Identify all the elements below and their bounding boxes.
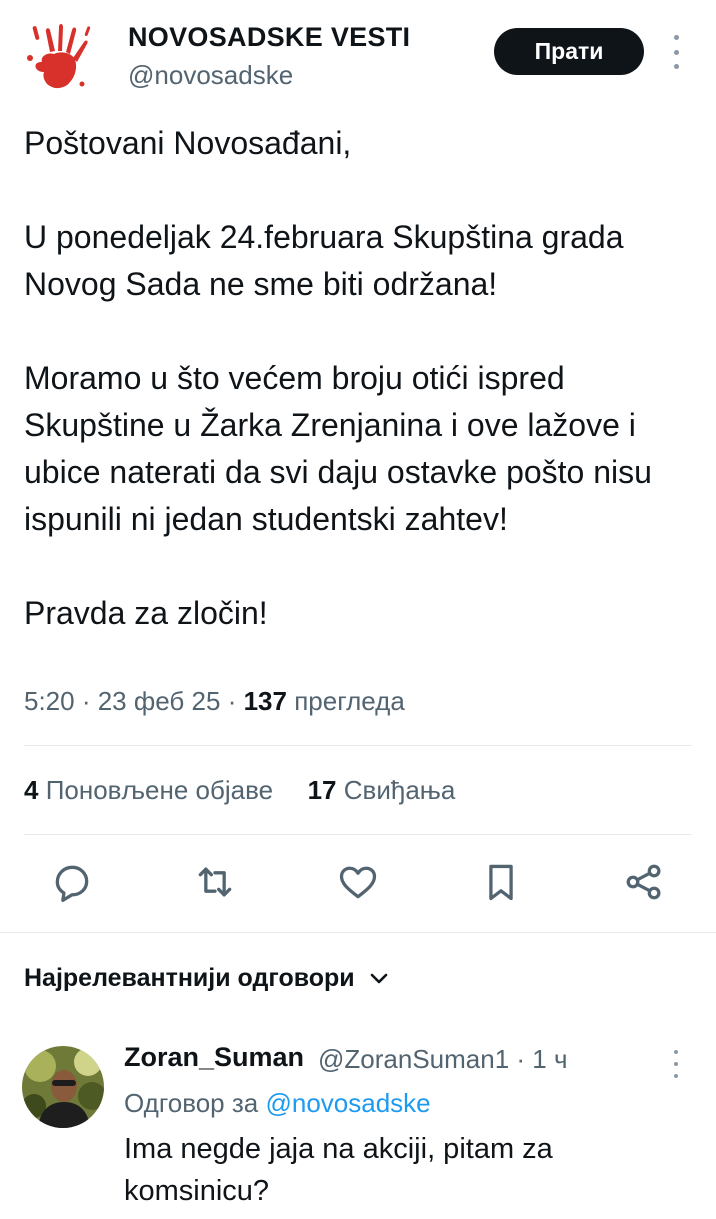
replies-sort-dropdown[interactable]: Најрелевантнији одговори xyxy=(24,964,389,993)
reply-handle-time: @ZoranSuman1 · 1 ч xyxy=(318,1044,568,1074)
repost-icon[interactable] xyxy=(193,860,237,904)
more-vertical-icon[interactable] xyxy=(668,1050,684,1078)
tweet-detail-page: NOVOSADSKE VESTI @novosadske Прати Pošto… xyxy=(0,0,716,1219)
avatar[interactable] xyxy=(22,1046,104,1128)
tweet-time[interactable]: 5:20 xyxy=(24,686,75,716)
likes-label: Свиђања xyxy=(343,775,456,805)
tweet-stats: 4 Поновљене објаве 17 Свиђања xyxy=(24,775,455,806)
replies-sort-label: Најрелевантнији одговори xyxy=(24,964,355,992)
likes-stat[interactable]: 17 Свиђања xyxy=(308,775,456,805)
reply-text: Ima negde jaja na akciji, pitam za komsi… xyxy=(124,1133,553,1207)
section-divider xyxy=(0,932,716,933)
reply-to-line: Одговор за @novosadske xyxy=(124,1088,431,1119)
reply-author-name[interactable]: Zoran_Suman xyxy=(124,1042,304,1073)
meta-separator: · xyxy=(220,686,244,716)
divider xyxy=(24,834,692,835)
tweet-paragraph: Poštovani Novosađani, xyxy=(24,125,352,161)
meta-separator: · xyxy=(74,686,98,716)
reply-time[interactable]: 1 ч xyxy=(532,1044,567,1074)
tweet-paragraph: Moramo u što većem broju otići ispred Sk… xyxy=(24,360,652,537)
reposts-count: 4 xyxy=(24,775,39,805)
tweet-paragraph: U ponedeljak 24.februara Skupština grada… xyxy=(24,219,624,302)
follow-button[interactable]: Прати xyxy=(494,28,644,75)
reposts-label: Поновљене објаве xyxy=(45,775,274,805)
author-name[interactable]: NOVOSADSKE VESTI xyxy=(128,22,410,53)
chevron-down-icon xyxy=(370,973,387,983)
author-handle[interactable]: @novosadske xyxy=(128,60,293,91)
reply-icon[interactable] xyxy=(50,860,94,904)
likes-count: 17 xyxy=(307,775,337,805)
tweet-date[interactable]: 23 феб 25 xyxy=(98,686,221,716)
reply-to-prefix: Одговор за xyxy=(124,1088,259,1118)
tweet-paragraph: Pravda za zločin! xyxy=(24,595,268,631)
views-label: прегледа xyxy=(294,686,405,716)
more-vertical-icon[interactable] xyxy=(668,35,684,69)
bookmark-icon[interactable] xyxy=(479,860,523,904)
share-icon[interactable] xyxy=(622,860,666,904)
red-handprint-icon[interactable] xyxy=(20,18,100,98)
views-count: 137 xyxy=(243,686,287,716)
divider xyxy=(24,745,692,746)
tweet-text: Poštovani Novosađani, U ponedeljak 24.fe… xyxy=(24,120,694,637)
reply-to-handle-link[interactable]: @novosadske xyxy=(265,1088,430,1118)
reposts-stat[interactable]: 4 Поновљене објаве xyxy=(24,775,273,805)
like-icon[interactable] xyxy=(336,860,380,904)
reply-author-handle[interactable]: @ZoranSuman1 xyxy=(318,1044,509,1074)
tweet-meta: 5:20 · 23 феб 25 · 137 прегледа xyxy=(24,686,405,717)
